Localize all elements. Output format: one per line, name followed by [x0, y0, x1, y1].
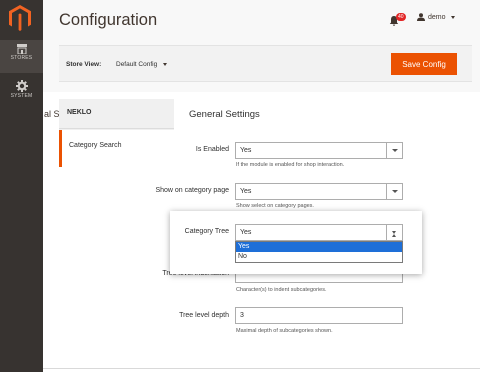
chevron-down-icon [386, 143, 402, 158]
store-view-switcher[interactable]: Default Config [116, 61, 168, 68]
divider [43, 368, 480, 369]
chevron-down-icon [450, 15, 455, 19]
store-view-value: Default Config [116, 61, 158, 68]
sidebar-item-label: SYSTEM [10, 93, 33, 99]
storefront-icon [16, 44, 27, 54]
category-tree-select[interactable]: Yes [235, 224, 403, 241]
option-yes[interactable]: Yes [236, 242, 402, 252]
tab-group-neklo[interactable]: NEKLO [59, 99, 174, 129]
select-value: Yes [240, 188, 252, 195]
user-name: demo [428, 13, 446, 21]
show-on-category-select[interactable]: Yes [235, 183, 403, 200]
admin-sidebar: STORES SYSTEM [0, 0, 43, 372]
user-icon [417, 13, 425, 21]
magento-logo-icon[interactable] [9, 5, 31, 31]
tree-level-depth-input[interactable]: 3 [235, 307, 403, 324]
save-config-button[interactable]: Save Config [391, 53, 457, 75]
store-view-label: Store View: [66, 61, 102, 68]
select-value: Yes [240, 229, 252, 236]
is-enabled-label: Is Enabled [195, 146, 229, 153]
show-on-category-note: Show select on category pages. [236, 203, 314, 209]
gear-icon [15, 80, 28, 92]
clipped-heading-text: al S [44, 109, 59, 119]
show-on-category-label: Show on category page [155, 187, 229, 194]
category-tree-label: Category Tree [184, 228, 229, 235]
notification-count-badge: 40 [396, 13, 406, 21]
section-title[interactable]: General Settings [189, 109, 260, 120]
sidebar-item-label: STORES [10, 55, 33, 61]
sidebar-item-stores[interactable]: STORES [0, 40, 43, 73]
category-tree-options-list: Yes No [235, 241, 403, 263]
chevron-up-icon [386, 225, 402, 240]
select-value: Yes [240, 147, 252, 154]
is-enabled-select[interactable]: Yes [235, 142, 403, 159]
page-title: Configuration [59, 11, 158, 29]
notifications-button[interactable]: 40 [389, 13, 409, 27]
chevron-down-icon [386, 184, 402, 199]
sidebar-item-system[interactable]: SYSTEM [0, 76, 43, 106]
tree-level-depth-label: Tree level depth [179, 312, 229, 319]
option-no[interactable]: No [236, 252, 402, 262]
user-menu[interactable]: demo [417, 13, 455, 21]
is-enabled-note: If the module is enabled for shop intera… [236, 162, 345, 168]
chevron-down-icon [163, 63, 168, 66]
tree-level-depth-note: Maximal depth of subcategories shown. [236, 328, 333, 334]
tree-level-indentation-note: Character(s) to indent subcategories. [236, 287, 327, 293]
